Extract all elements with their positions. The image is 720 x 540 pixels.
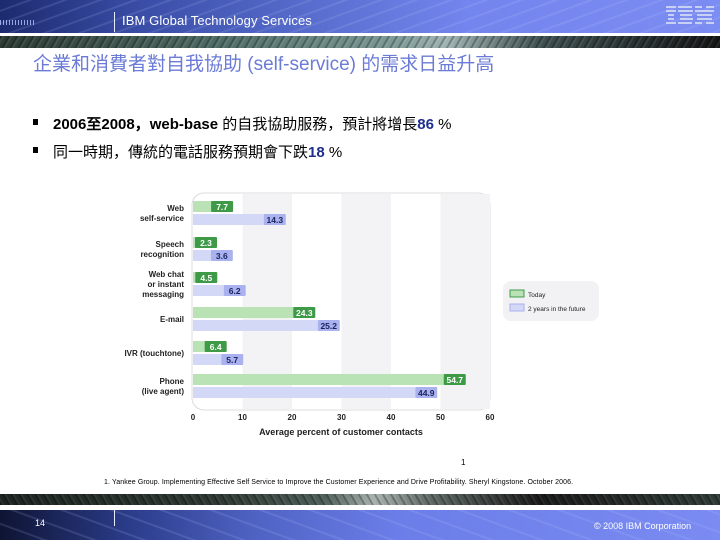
- legend-swatch: [509, 303, 525, 312]
- category-label: Web: [167, 204, 184, 213]
- category-label: Speech: [156, 240, 185, 249]
- value-label: 7.7: [216, 202, 228, 212]
- category-label: messaging: [142, 290, 184, 299]
- texture-grain: [0, 494, 720, 505]
- x-tick-label: 20: [288, 413, 297, 422]
- value-label: 54.7: [446, 375, 463, 385]
- legend-box: [503, 281, 599, 321]
- category-label: self-service: [140, 214, 185, 223]
- category-label: Web chat: [149, 270, 185, 279]
- footer-texture-strip: [0, 494, 720, 505]
- category-label: Phone: [160, 377, 185, 386]
- bar-future: [193, 285, 224, 296]
- bar-chart: Webself-service 7.7 14.3 Speechrecognition 2…: [124, 192, 599, 437]
- bar-future: [193, 320, 318, 331]
- value-label: 14.3: [267, 215, 284, 225]
- value-label: 25.2: [320, 321, 337, 331]
- value-label: 6.4: [210, 342, 222, 352]
- footer-separator: [114, 510, 115, 526]
- x-tick-label: 30: [337, 413, 346, 422]
- value-label: 5.7: [226, 355, 238, 365]
- bar-future: [193, 354, 222, 365]
- legend-swatch: [509, 289, 525, 298]
- category-label: E-mail: [160, 315, 184, 324]
- legend-label: Today: [528, 292, 546, 299]
- legend-label: 2 years in the future: [528, 306, 586, 313]
- bar-future: [193, 387, 416, 398]
- value-label: 2.3: [200, 238, 212, 248]
- page-number: 14: [35, 518, 46, 528]
- x-tick-label: 60: [486, 413, 495, 422]
- footer-banner: 14 © 2008 IBM Corporation: [0, 510, 720, 540]
- x-tick-label: 40: [387, 413, 396, 422]
- category-label: IVR (touchtone): [124, 349, 184, 358]
- category-label: recognition: [140, 250, 184, 259]
- copyright: © 2008 IBM Corporation: [594, 521, 692, 531]
- x-tick-label: 50: [436, 413, 445, 422]
- x-tick-label: 10: [238, 413, 247, 422]
- bar-today: [193, 374, 464, 385]
- value-label: 44.9: [418, 388, 435, 398]
- category-label: (live agent): [142, 387, 185, 396]
- footnote-citation: 1. Yankee Group. Implementing Effective …: [104, 479, 574, 486]
- bar-future: [193, 250, 211, 261]
- value-label: 6.2: [229, 286, 241, 296]
- bar-future: [193, 214, 264, 225]
- value-label: 3.6: [216, 251, 228, 261]
- category-label: or instant: [148, 280, 185, 289]
- value-label: 4.5: [200, 273, 212, 283]
- footnote-marker: 1: [461, 458, 466, 467]
- x-axis-label: Average percent of customer contacts: [259, 427, 423, 437]
- value-label: 24.3: [296, 308, 313, 318]
- x-tick-label: 0: [191, 413, 196, 422]
